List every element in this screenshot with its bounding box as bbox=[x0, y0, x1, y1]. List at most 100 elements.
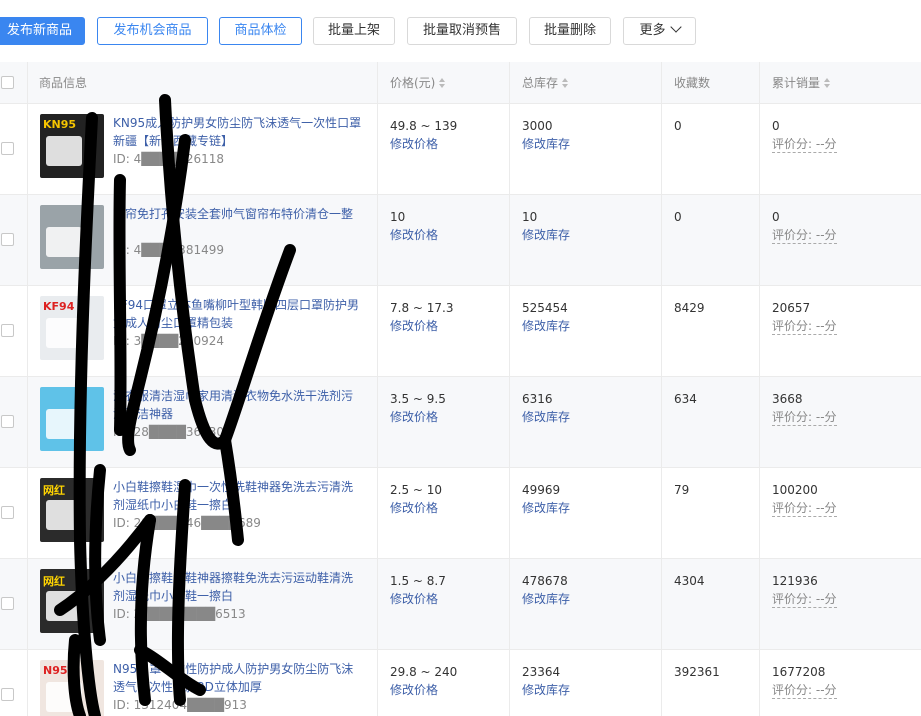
batch-delete-button[interactable]: 批量删除 bbox=[529, 17, 611, 45]
price-range: 49.8 ~ 139 bbox=[390, 119, 458, 133]
table-row: 网红 小白鞋擦鞋洗鞋神器擦鞋免洗去污运动鞋清洗剂湿纸巾小白鞋一擦白 ID: 2█… bbox=[0, 559, 921, 650]
product-thumbnail[interactable]: 网红 bbox=[40, 478, 104, 542]
edit-stock-link[interactable]: 修改库存 bbox=[522, 408, 570, 426]
stock-value: 3000 bbox=[522, 119, 553, 133]
thumbnail-label: 网红 bbox=[43, 575, 65, 588]
product-title-link[interactable]: 窗帘免打孔安装全套帅气窗帘布特价清仓一整套 bbox=[113, 205, 363, 241]
table-row: 网红 小白鞋擦鞋湿巾一次性洗鞋神器免洗去污清洗剂湿纸巾小白鞋一擦白 ID: 28… bbox=[0, 468, 921, 559]
toolbar: 发布新商品 发布机会商品 商品体检 批量上架 批量取消预售 批量删除 更多 bbox=[0, 17, 921, 45]
header-price-label: 价格(元) bbox=[390, 76, 436, 90]
more-dropdown-button[interactable]: 更多 bbox=[623, 17, 696, 45]
edit-price-link[interactable]: 修改价格 bbox=[390, 135, 457, 153]
product-check-button[interactable]: 商品体检 bbox=[219, 17, 302, 45]
product-thumbnail[interactable]: KF94 bbox=[40, 296, 104, 360]
sales-count: 121936 bbox=[772, 574, 818, 588]
row-checkbox[interactable] bbox=[1, 597, 14, 610]
table-row: 窗帘免打孔安装全套帅气窗帘布特价清仓一整套 ID: 4████381499 10… bbox=[0, 195, 921, 286]
thumbnail-label: KN95 bbox=[43, 118, 77, 131]
header-sales-label: 累计销量 bbox=[772, 76, 821, 90]
stock-value: 10 bbox=[522, 210, 538, 224]
stock-value: 23364 bbox=[522, 665, 561, 679]
favorites-count: 4304 bbox=[674, 574, 705, 588]
stock-value: 49969 bbox=[522, 483, 561, 497]
sales-count: 0 bbox=[772, 210, 780, 224]
edit-stock-link[interactable]: 修改库存 bbox=[522, 681, 570, 699]
sales-count: 100200 bbox=[772, 483, 818, 497]
product-thumbnail[interactable]: KN95 bbox=[40, 114, 104, 178]
batch-cancel-presale-button[interactable]: 批量取消预售 bbox=[407, 17, 517, 45]
rating-score: 评价分: --分 bbox=[772, 137, 837, 153]
header-price[interactable]: 价格(元) bbox=[390, 62, 446, 104]
edit-price-link[interactable]: 修改价格 bbox=[390, 408, 446, 426]
edit-price-link[interactable]: 修改价格 bbox=[390, 499, 442, 517]
edit-price-link[interactable]: 修改价格 bbox=[390, 226, 438, 244]
table-row: KN95 KN95成人防护男女防尘防飞沫透气一次性口罩新疆【新疆西藏专链】 ID… bbox=[0, 104, 921, 195]
product-title-link[interactable]: KF94口罩立体鱼嘴柳叶型韩版四层口罩防护男女成人防尘口罩精包装 bbox=[113, 296, 363, 332]
row-checkbox[interactable] bbox=[1, 324, 14, 337]
edit-price-link[interactable]: 修改价格 bbox=[390, 681, 457, 699]
thumbnail-label: 网红 bbox=[43, 484, 65, 497]
product-title-link[interactable]: N95口罩一次性防护成人防护男女防尘防飞沫透气一次性新款3D立体加厚 bbox=[113, 660, 363, 696]
header-stock-label: 总库存 bbox=[522, 76, 559, 90]
favorites-count: 79 bbox=[674, 483, 690, 497]
batch-list-button[interactable]: 批量上架 bbox=[313, 17, 395, 45]
rating-score: 评价分: --分 bbox=[772, 683, 837, 699]
product-title-link[interactable]: 洗衣服清洁湿巾家用清洗衣物免水洗干洗剂污渍清洁神器 bbox=[113, 387, 363, 423]
table-header: 商品信息 价格(元) 总库存 收藏数 累计销量 bbox=[0, 62, 921, 104]
edit-stock-link[interactable]: 修改库存 bbox=[522, 135, 570, 153]
product-id: ID: 28████46████689 bbox=[113, 516, 261, 530]
sort-icon[interactable] bbox=[439, 78, 446, 88]
edit-stock-link[interactable]: 修改库存 bbox=[522, 226, 570, 244]
publish-opportunity-product-button[interactable]: 发布机会商品 bbox=[97, 17, 208, 45]
row-checkbox[interactable] bbox=[1, 142, 14, 155]
row-checkbox[interactable] bbox=[1, 415, 14, 428]
price-range: 10 bbox=[390, 210, 406, 224]
price-range: 7.8 ~ 17.3 bbox=[390, 301, 454, 315]
product-title-link[interactable]: 小白鞋擦鞋洗鞋神器擦鞋免洗去污运动鞋清洗剂湿纸巾小白鞋一擦白 bbox=[113, 569, 363, 605]
row-checkbox[interactable] bbox=[1, 688, 14, 701]
chevron-down-icon bbox=[669, 21, 682, 33]
product-image bbox=[46, 318, 82, 348]
sort-icon[interactable] bbox=[824, 78, 831, 88]
price-range: 2.5 ~ 10 bbox=[390, 483, 443, 497]
header-stock[interactable]: 总库存 bbox=[522, 62, 569, 104]
product-title-link[interactable]: KN95成人防护男女防尘防飞沫透气一次性口罩新疆【新疆西藏专链】 bbox=[113, 114, 363, 150]
product-image bbox=[46, 591, 82, 621]
edit-stock-link[interactable]: 修改库存 bbox=[522, 590, 570, 608]
product-id: ID: 28████367305 bbox=[113, 425, 232, 439]
product-thumbnail[interactable]: 网红 bbox=[40, 569, 104, 633]
favorites-count: 0 bbox=[674, 210, 682, 224]
product-id: ID: 4████526118 bbox=[113, 152, 224, 166]
select-all-checkbox[interactable] bbox=[1, 76, 14, 89]
row-checkbox[interactable] bbox=[1, 233, 14, 246]
product-image bbox=[46, 500, 82, 530]
table-row: KF94 KF94口罩立体鱼嘴柳叶型韩版四层口罩防护男女成人防尘口罩精包装 ID… bbox=[0, 286, 921, 377]
more-label: 更多 bbox=[639, 23, 666, 38]
edit-price-link[interactable]: 修改价格 bbox=[390, 590, 446, 608]
sort-icon[interactable] bbox=[562, 78, 569, 88]
stock-value: 6316 bbox=[522, 392, 553, 406]
product-id: ID: 1312404████913 bbox=[113, 698, 247, 712]
product-thumbnail[interactable] bbox=[40, 205, 104, 269]
thumbnail-label: N95 bbox=[43, 664, 68, 677]
edit-price-link[interactable]: 修改价格 bbox=[390, 317, 454, 335]
stock-value: 525454 bbox=[522, 301, 568, 315]
sales-count: 1677208 bbox=[772, 665, 826, 679]
rating-score: 评价分: --分 bbox=[772, 592, 837, 608]
rating-score: 评价分: --分 bbox=[772, 319, 837, 335]
product-thumbnail[interactable]: N95 bbox=[40, 660, 104, 716]
product-thumbnail[interactable] bbox=[40, 387, 104, 451]
sales-count: 20657 bbox=[772, 301, 811, 315]
product-id: ID: 3████200924 bbox=[113, 334, 224, 348]
publish-new-product-button[interactable]: 发布新商品 bbox=[0, 17, 85, 45]
rating-score: 评价分: --分 bbox=[772, 501, 837, 517]
row-checkbox[interactable] bbox=[1, 506, 14, 519]
edit-stock-link[interactable]: 修改库存 bbox=[522, 499, 570, 517]
header-sales[interactable]: 累计销量 bbox=[772, 62, 831, 104]
favorites-count: 392361 bbox=[674, 665, 720, 679]
price-range: 3.5 ~ 9.5 bbox=[390, 392, 446, 406]
favorites-count: 0 bbox=[674, 119, 682, 133]
table-row: N95 N95口罩一次性防护成人防护男女防尘防飞沫透气一次性新款3D立体加厚 I… bbox=[0, 650, 921, 716]
product-title-link[interactable]: 小白鞋擦鞋湿巾一次性洗鞋神器免洗去污清洗剂湿纸巾小白鞋一擦白 bbox=[113, 478, 363, 514]
edit-stock-link[interactable]: 修改库存 bbox=[522, 317, 570, 335]
